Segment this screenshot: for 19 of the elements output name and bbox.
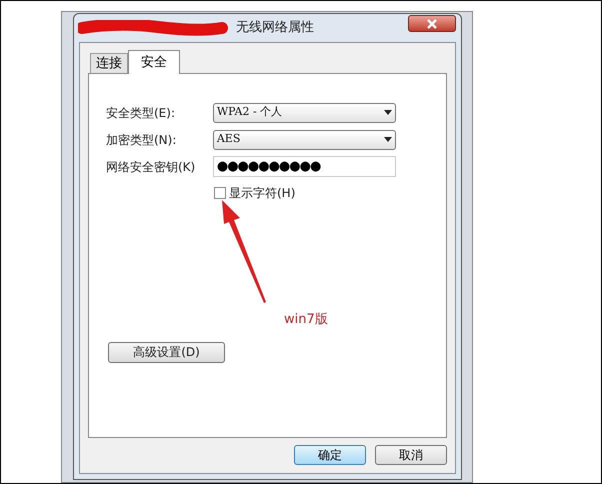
dialog-button[interactable]: 取消 xyxy=(375,445,447,465)
dropdown-arrow-icon xyxy=(384,137,392,142)
dropdown[interactable]: AES xyxy=(212,130,396,150)
checkbox[interactable] xyxy=(214,187,226,199)
field-label: 网络安全密钥(K) xyxy=(106,158,196,176)
dropdown[interactable]: WPA2 - 个人 xyxy=(212,102,396,122)
field-label: 加密类型(N): xyxy=(106,132,178,148)
dialog-button[interactable]: 确定 xyxy=(294,445,366,465)
tab[interactable]: 连接 xyxy=(90,53,128,73)
annotation-text: win7版 xyxy=(284,311,329,329)
close-button[interactable] xyxy=(408,15,456,32)
field-label: 安全类型(E): xyxy=(106,104,176,122)
close-icon xyxy=(427,18,437,28)
checkbox-label: 显示字符(H) xyxy=(229,185,296,202)
window-title: 无线网络属性 xyxy=(236,19,314,38)
advanced-settings-button[interactable]: 高级设置(D) xyxy=(108,342,225,362)
dropdown-arrow-icon xyxy=(384,110,392,115)
password-field[interactable]: ●●●●●●●●●● xyxy=(212,156,396,177)
tab[interactable]: 安全 xyxy=(128,50,180,74)
